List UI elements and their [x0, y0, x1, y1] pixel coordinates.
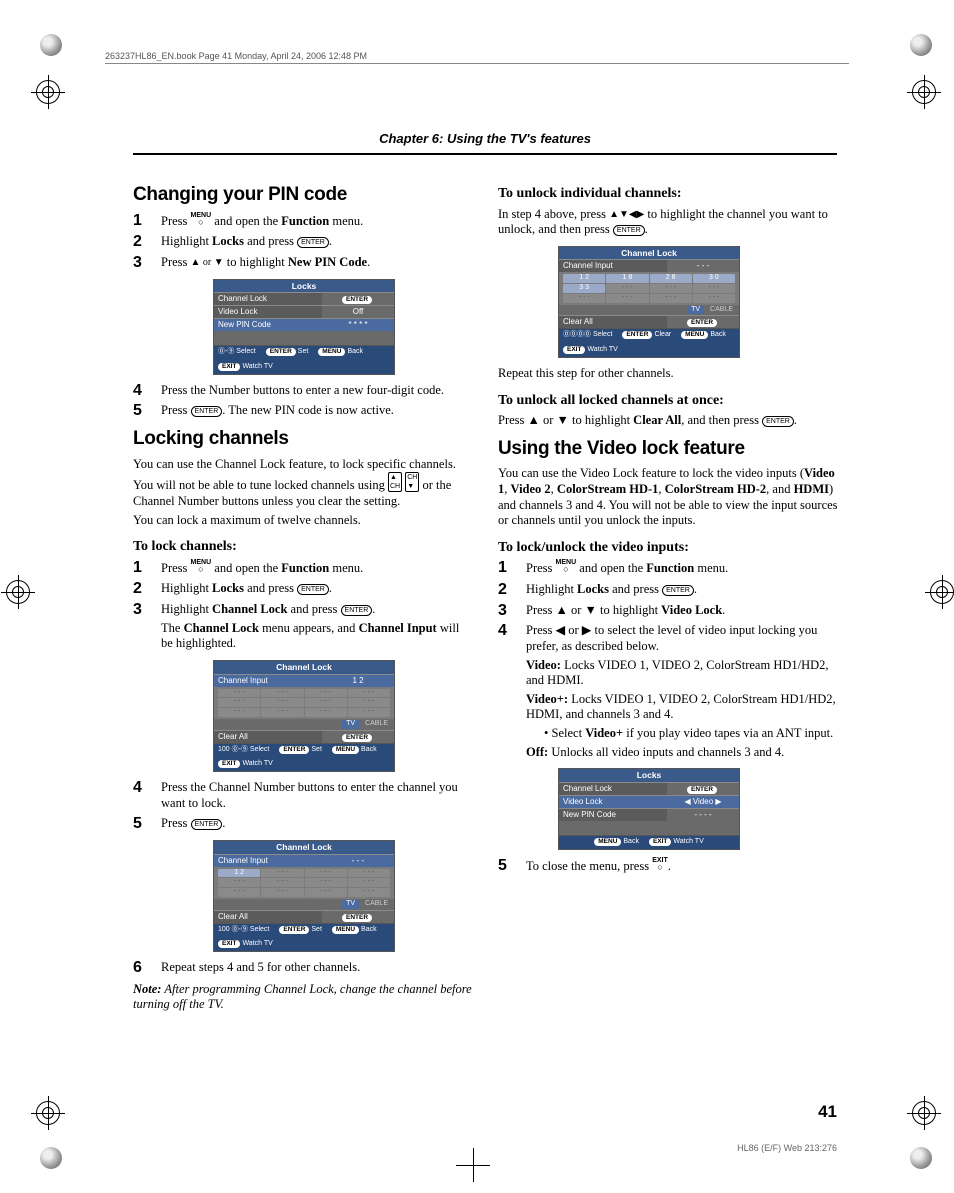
step: Highlight Locks and press ENTER. — [498, 582, 839, 598]
step: Highlight Locks and press ENTER. — [133, 581, 474, 597]
step: Press the Channel Number buttons to ente… — [133, 780, 474, 811]
locking-max: You can lock a maximum of twelve channel… — [133, 513, 474, 529]
heading-video-lock: Using the Video lock feature — [498, 437, 839, 461]
bullet-videoplus: Select Video+ if you play video tapes vi… — [544, 726, 839, 742]
step: Repeat steps 4 and 5 for other channels. — [133, 960, 474, 976]
crop-target-icon — [36, 80, 60, 104]
print-registration-icon — [910, 34, 932, 56]
enter-button-icon: ENTER — [613, 225, 645, 236]
steps-video-close: To close the menu, press EXIT. — [498, 858, 839, 875]
crop-cross-icon — [456, 1148, 490, 1182]
unlock-individual-text: In step 4 above, press ▲▼◀▶ to highlight… — [498, 207, 839, 238]
step: Press ENTER. The new PIN code is now act… — [133, 403, 474, 419]
subhead-to-lock: To lock channels: — [133, 538, 474, 556]
print-registration-icon — [40, 34, 62, 56]
step: Press the Number buttons to enter a new … — [133, 383, 474, 399]
left-column: Changing your PIN code Press MENU and op… — [133, 175, 474, 1019]
steps-video: Press MENU and open the Function menu. H… — [498, 560, 839, 760]
menu-button-icon: MENU — [191, 560, 212, 573]
enter-button-icon: ENTER — [762, 416, 794, 427]
page-number: 41 — [818, 1102, 837, 1122]
heading-changing-pin: Changing your PIN code — [133, 183, 474, 207]
subhead-unlock-individual: To unlock individual channels: — [498, 185, 839, 203]
osd-channel-lock: Channel Lock Channel Input1 2 - - -- - -… — [213, 660, 395, 772]
osd-locks-video: Locks Channel LockENTER Video Lock◀ Vide… — [558, 768, 740, 849]
steps-lock-final: Repeat steps 4 and 5 for other channels. — [133, 960, 474, 976]
step: Highlight Channel Lock and press ENTER. … — [133, 602, 474, 652]
enter-button-icon: ENTER — [191, 819, 223, 830]
crop-target-icon — [912, 80, 936, 104]
page-header-line: 263237HL86_EN.book Page 41 Monday, April… — [105, 51, 849, 64]
step: Press MENU and open the Function menu. — [498, 560, 839, 577]
osd-channel-lock-multi: Channel Lock Channel Input- - - 1 21 82 … — [558, 246, 740, 358]
content-columns: Changing your PIN code Press MENU and op… — [133, 175, 839, 1019]
step: Press ◀ or ▶ to select the level of vide… — [498, 623, 839, 760]
repeat-step-text: Repeat this step for other channels. — [498, 366, 839, 382]
step: To close the menu, press EXIT. — [498, 858, 839, 875]
enter-button-icon: ENTER — [297, 584, 329, 595]
locking-intro: You can use the Channel Lock feature, to… — [133, 457, 474, 510]
note-channel-lock: Note: After programming Channel Lock, ch… — [133, 982, 474, 1013]
menu-button-icon: MENU — [191, 213, 212, 226]
crop-target-icon — [36, 1101, 60, 1125]
step: Press MENU and open the Function menu. — [133, 560, 474, 577]
subhead-lock-unlock-video: To lock/unlock the video inputs: — [498, 539, 839, 557]
unlock-all-text: Press ▲ or ▼ to highlight Clear All, and… — [498, 413, 839, 429]
ch-down-icon: CH▼ — [405, 472, 419, 492]
chapter-title: Chapter 6: Using the TV's features — [133, 131, 837, 155]
print-registration-icon — [910, 1147, 932, 1169]
subhead-unlock-all: To unlock all locked channels at once: — [498, 392, 839, 410]
exit-button-icon: EXIT — [652, 858, 668, 871]
step: Press ▲ or ▼ to highlight New PIN Code. — [133, 255, 474, 271]
video-lock-intro: You can use the Video Lock feature to lo… — [498, 466, 839, 529]
step: Press MENU and open the Function menu. — [133, 213, 474, 230]
crop-target-icon — [912, 1101, 936, 1125]
osd-title: Locks — [214, 280, 394, 293]
enter-button-icon: ENTER — [191, 406, 223, 417]
osd-locks-menu: Locks Channel LockENTER Video LockOff Ne… — [213, 279, 395, 375]
steps-lock-cont: Press the Channel Number buttons to ente… — [133, 780, 474, 832]
steps-changing-pin: Press MENU and open the Function menu. H… — [133, 213, 474, 271]
print-registration-icon — [40, 1147, 62, 1169]
step: Highlight Locks and press ENTER. — [133, 234, 474, 250]
menu-button-icon: MENU — [556, 560, 577, 573]
osd-grid: - - -- - -- - -- - - - - -- - -- - -- - … — [214, 687, 394, 719]
step: Press ▲ or ▼ to highlight Video Lock. — [498, 603, 839, 619]
ch-up-icon: ▲CH — [388, 472, 402, 492]
osd-channel-lock-filled: Channel Lock Channel Input- - - 1 2- - -… — [213, 840, 395, 952]
steps-lock: Press MENU and open the Function menu. H… — [133, 560, 474, 652]
enter-button-icon: ENTER — [662, 585, 694, 596]
crop-target-icon — [6, 580, 30, 604]
heading-locking-channels: Locking channels — [133, 427, 474, 451]
footer-doc-id: HL86 (E/F) Web 213:276 — [737, 1143, 837, 1153]
enter-button-icon: ENTER — [341, 605, 373, 616]
right-column: To unlock individual channels: In step 4… — [498, 175, 839, 1019]
step: Press ENTER. — [133, 816, 474, 832]
crop-target-icon — [930, 580, 954, 604]
enter-button-icon: ENTER — [297, 237, 329, 248]
steps-changing-pin-cont: Press the Number buttons to enter a new … — [133, 383, 474, 419]
